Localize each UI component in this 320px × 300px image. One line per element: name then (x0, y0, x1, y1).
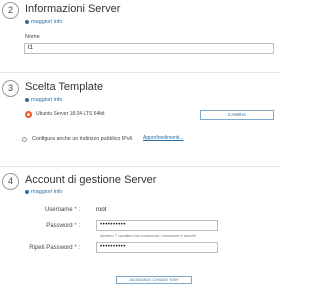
more-info-label: maggiori info (31, 97, 63, 103)
template-name: Ubuntu Server 18.04 LTS 64bit (36, 111, 105, 117)
change-template-button[interactable]: CAMBIA (200, 110, 274, 120)
repeat-password-label: Ripeti Password * : (29, 245, 80, 251)
name-input[interactable]: t1 (24, 43, 274, 54)
section-title-server-info: Informazioni Server (25, 3, 121, 15)
password-input[interactable]: •••••••••• (96, 220, 218, 231)
section-title-account: Account di gestione Server (25, 174, 157, 186)
more-info-label: maggiori info (31, 189, 63, 195)
section-divider (0, 72, 280, 73)
step-number-2: 2 (2, 2, 19, 19)
info-icon (25, 97, 29, 102)
learn-more-link[interactable]: Approfondimenti... (143, 135, 184, 141)
required-marker: * (74, 223, 77, 229)
add-ssh-key-button[interactable]: AGGIUNGI CHIAVE SSH (116, 276, 192, 284)
more-info-label: maggiori info (31, 19, 63, 25)
password-hint: Almeno 7 caratteri con maiuscole, minusc… (100, 233, 197, 238)
section-title-template: Scelta Template (25, 81, 104, 93)
more-info-link-template[interactable]: maggiori info (25, 97, 63, 103)
step-number-3: 3 (2, 80, 19, 97)
ipv6-label: Configura anche un indirizzo pubblico IP… (32, 136, 133, 142)
username-label: Username * : (44, 207, 80, 213)
password-label: Password * : (46, 223, 80, 229)
ubuntu-icon (25, 111, 32, 118)
info-icon (25, 189, 29, 194)
repeat-password-input[interactable]: •••••••••• (96, 242, 218, 253)
required-marker: * (74, 245, 77, 251)
step-number-4: 4 (2, 173, 19, 190)
username-value: root (96, 207, 107, 213)
section-divider (0, 166, 280, 167)
more-info-link-server[interactable]: maggiori info (25, 19, 63, 25)
required-marker: * (74, 207, 77, 213)
info-icon (25, 19, 29, 24)
ipv6-checkbox[interactable] (22, 137, 27, 142)
server-creation-form: 2 Informazioni Server maggiori info Nome… (0, 0, 280, 300)
name-label: Nome (25, 34, 40, 40)
more-info-link-account[interactable]: maggiori info (25, 189, 63, 195)
